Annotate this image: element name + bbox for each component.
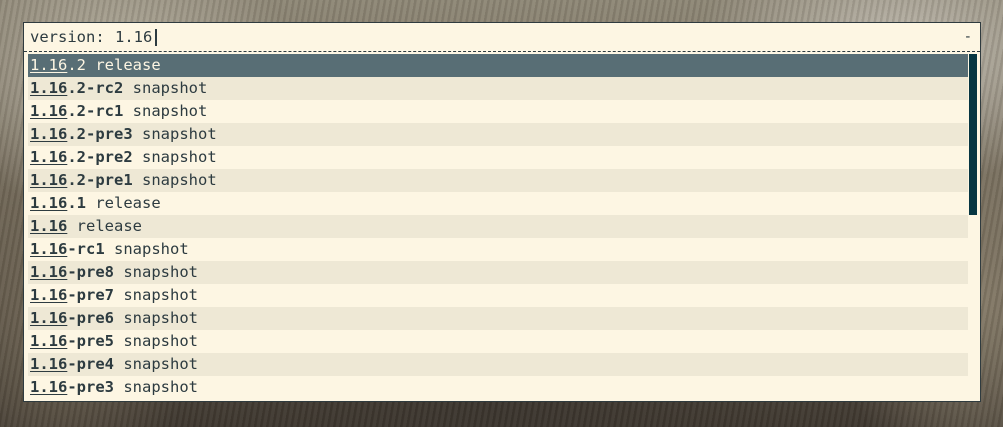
candidate-version-suffix: -rc1 xyxy=(67,240,105,258)
candidate-type-label: snapshot xyxy=(123,309,198,327)
candidate-version-suffix: .2-pre3 xyxy=(67,125,133,143)
candidate-row[interactable]: 1.16-rc1 snapshot xyxy=(28,238,968,261)
candidate-match-text: 1.16 xyxy=(30,355,68,373)
candidate-match-text: 1.16 xyxy=(30,125,68,143)
candidate-row[interactable]: 1.16.2-pre2 snapshot xyxy=(28,146,968,169)
candidate-type-label: snapshot xyxy=(123,263,198,281)
candidate-type-label: snapshot xyxy=(132,102,208,120)
candidate-type-label: snapshot xyxy=(123,355,198,373)
minimize-button[interactable]: - xyxy=(964,23,972,51)
candidate-list: 1.16.2 release 1.16.2-rc2 snapshot 1.16.2-… xyxy=(28,54,968,399)
candidate-row[interactable]: 1.16.2 release xyxy=(28,54,968,77)
candidate-version-suffix: -pre4 xyxy=(67,355,114,373)
candidate-row[interactable]: 1.16.2-rc2 snapshot xyxy=(28,77,968,100)
candidate-type-label: release xyxy=(95,56,161,74)
prompt-label: version: xyxy=(30,28,105,46)
candidate-row[interactable]: 1.16.2-pre1 snapshot xyxy=(28,169,968,192)
candidate-match-text: 1.16 xyxy=(30,286,68,304)
candidate-row[interactable]: 1.16-pre8 snapshot xyxy=(28,261,968,284)
candidate-match-text: 1.16 xyxy=(30,378,68,396)
candidate-match-text: 1.16 xyxy=(30,194,68,212)
candidate-type-label: snapshot xyxy=(142,171,217,189)
candidate-version-suffix: .2-pre2 xyxy=(67,148,133,166)
candidate-match-text: 1.16 xyxy=(30,309,68,327)
candidate-match-text: 1.16 xyxy=(30,102,68,120)
candidate-type-label: snapshot xyxy=(132,79,208,97)
candidate-row[interactable]: 1.16-pre3 snapshot xyxy=(28,376,968,399)
candidate-type-label: snapshot xyxy=(123,332,198,350)
candidate-version-suffix: -pre5 xyxy=(67,332,114,350)
candidate-type-label: snapshot xyxy=(123,378,198,396)
candidate-version-suffix: -pre7 xyxy=(67,286,114,304)
candidate-row[interactable]: 1.16 release xyxy=(28,215,968,238)
candidate-type-label: snapshot xyxy=(142,148,217,166)
candidate-version-suffix: .2 xyxy=(67,56,86,74)
candidate-version-suffix: -pre8 xyxy=(67,263,114,281)
candidate-type-label: snapshot xyxy=(142,125,217,143)
candidate-match-text: 1.16 xyxy=(30,332,68,350)
candidate-row[interactable]: 1.16-pre4 snapshot xyxy=(28,353,968,376)
candidate-version-suffix: .2-rc2 xyxy=(67,79,124,97)
candidate-type-label: snapshot xyxy=(114,240,189,258)
prompt-bar: version: - xyxy=(24,23,980,52)
version-picker-popup: version: - 1.16.2 release1.16.2-rc2 snap… xyxy=(23,22,981,402)
candidate-match-text: 1.16 xyxy=(30,263,68,281)
candidate-version-suffix: .1 xyxy=(67,194,86,212)
candidate-row[interactable]: 1.16.2-rc1 snapshot xyxy=(28,100,968,123)
candidate-match-text: 1.16 xyxy=(30,148,68,166)
candidate-version-suffix: -pre3 xyxy=(67,378,114,396)
candidate-row[interactable]: 1.16-pre7 snapshot xyxy=(28,284,968,307)
candidate-row[interactable]: 1.16.2-pre3 snapshot xyxy=(28,123,968,146)
candidate-match-text: 1.16 xyxy=(30,217,68,235)
candidate-row[interactable]: 1.16-pre5 snapshot xyxy=(28,330,968,353)
candidate-match-text: 1.16 xyxy=(30,171,68,189)
candidate-row[interactable]: 1.16-pre6 snapshot xyxy=(28,307,968,330)
candidate-row[interactable]: 1.16.1 release xyxy=(28,192,968,215)
version-search-input[interactable] xyxy=(115,23,315,51)
candidate-match-text: 1.16 xyxy=(30,79,68,97)
candidate-type-label: snapshot xyxy=(123,286,198,304)
text-cursor xyxy=(155,29,157,46)
candidate-type-label: release xyxy=(95,194,161,212)
scrollbar-thumb[interactable] xyxy=(969,54,977,215)
candidate-match-text: 1.16 xyxy=(30,56,68,74)
candidate-match-text: 1.16 xyxy=(30,240,68,258)
candidate-version-suffix: .2-pre1 xyxy=(67,171,133,189)
candidate-version-suffix: .2-rc1 xyxy=(67,102,124,120)
candidate-version-suffix: -pre6 xyxy=(67,309,114,327)
candidate-type-label: release xyxy=(76,217,142,235)
